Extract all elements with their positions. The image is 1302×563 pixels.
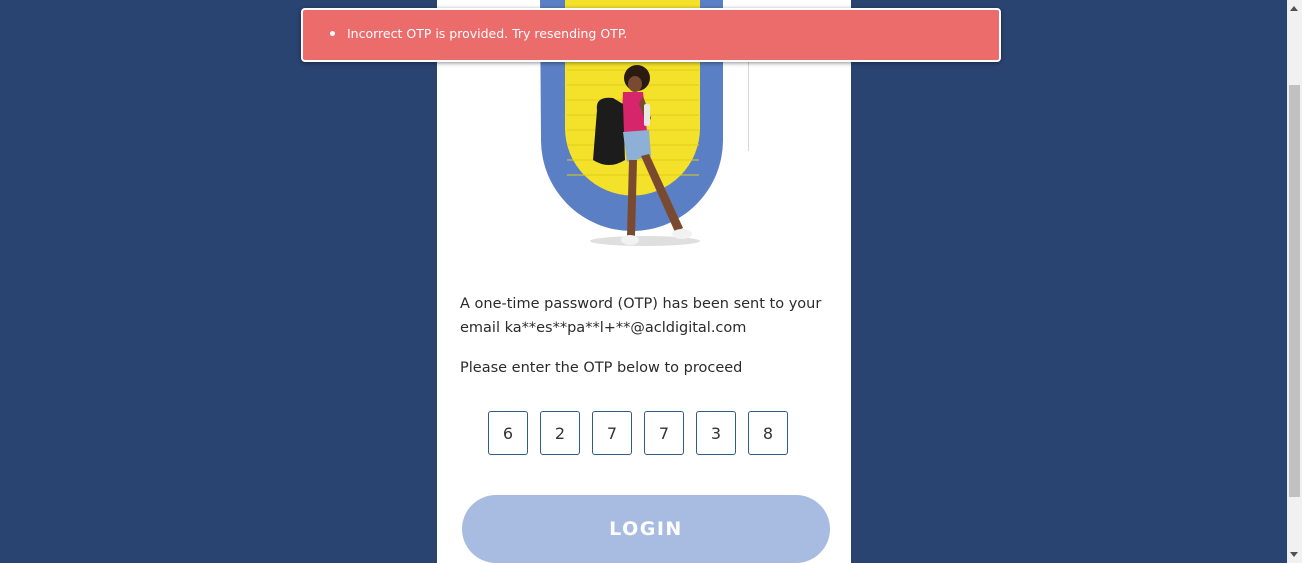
otp-instruction: Please enter the OTP below to proceed bbox=[460, 360, 743, 376]
bullet-icon bbox=[330, 31, 335, 36]
page: A one-time password (OTP) has been sent … bbox=[0, 0, 1302, 563]
otp-digit-2[interactable] bbox=[540, 411, 580, 455]
error-toast: Incorrect OTP is provided. Try resending… bbox=[301, 8, 1001, 62]
otp-sent-message-line1: A one-time password (OTP) has been sent … bbox=[460, 296, 822, 312]
otp-digit-6[interactable] bbox=[748, 411, 788, 455]
error-item: Incorrect OTP is provided. Try resending… bbox=[330, 26, 627, 41]
scroll-up-icon[interactable] bbox=[1290, 6, 1298, 11]
login-button[interactable]: LOGIN bbox=[462, 495, 830, 563]
otp-digit-1[interactable] bbox=[488, 411, 528, 455]
otp-digit-4[interactable] bbox=[644, 411, 684, 455]
scroll-down-icon[interactable] bbox=[1290, 552, 1298, 557]
illustration-divider bbox=[748, 62, 749, 151]
otp-input-group bbox=[488, 411, 788, 455]
scroll-thumb[interactable] bbox=[1289, 85, 1300, 497]
vertical-scrollbar[interactable] bbox=[1287, 0, 1302, 563]
otp-sent-message-line2: email ka**es**pa**l+**@acldigital.com bbox=[460, 320, 747, 336]
login-card: A one-time password (OTP) has been sent … bbox=[437, 0, 851, 563]
otp-sent-message: A one-time password (OTP) has been sent … bbox=[460, 292, 830, 340]
otp-digit-3[interactable] bbox=[592, 411, 632, 455]
error-message: Incorrect OTP is provided. Try resending… bbox=[347, 26, 628, 41]
otp-digit-5[interactable] bbox=[696, 411, 736, 455]
